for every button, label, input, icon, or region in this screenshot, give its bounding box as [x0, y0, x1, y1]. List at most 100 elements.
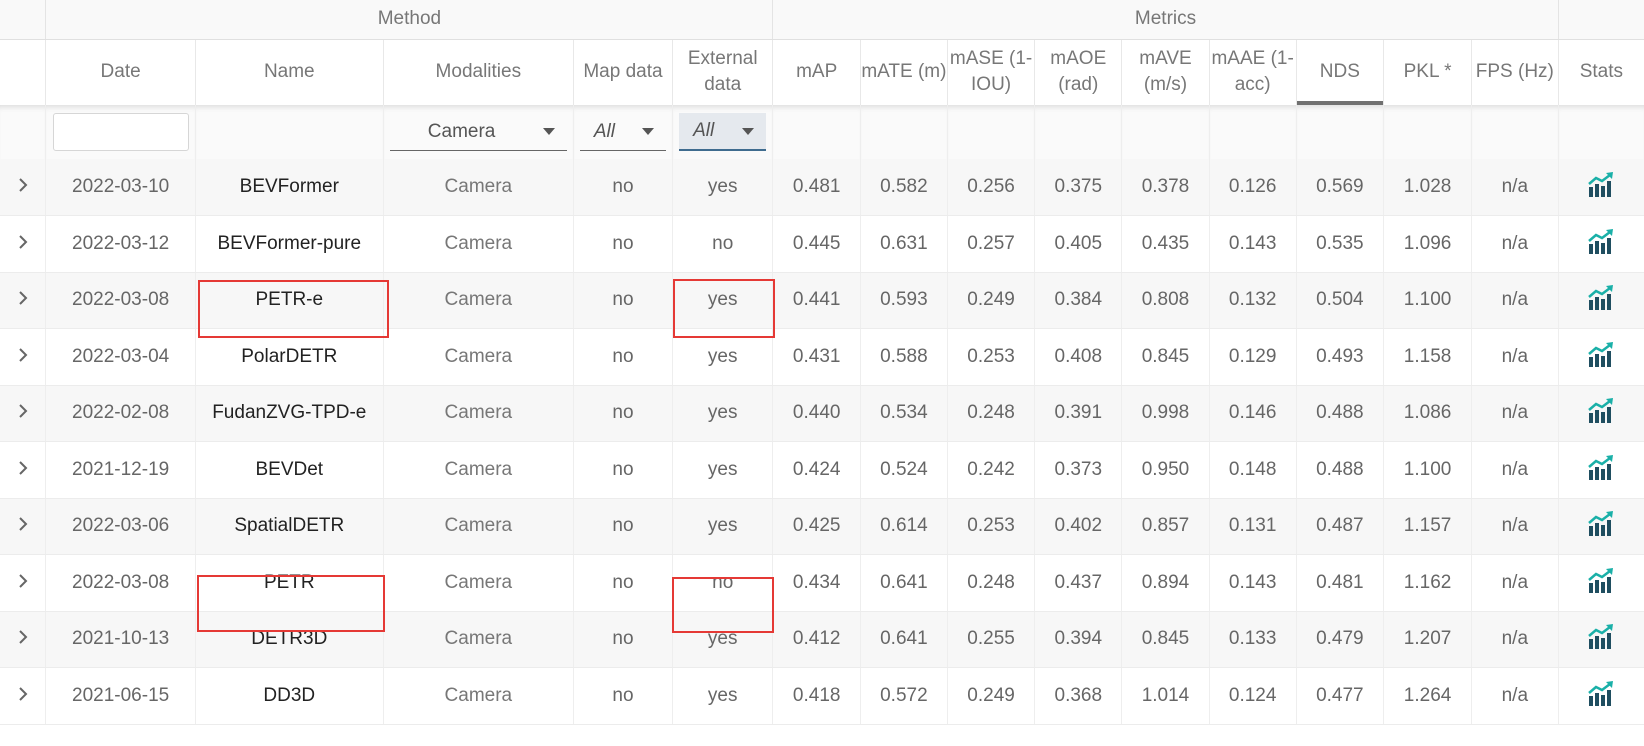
expand-cell	[0, 385, 47, 442]
external-data-cell: no	[672, 554, 774, 612]
filter-cell-external-data: All	[672, 105, 774, 159]
name-cell: FudanZVG-TPD-e	[195, 385, 384, 442]
column-header-pkl[interactable]: PKL *	[1383, 39, 1472, 105]
expand-cell	[0, 498, 47, 555]
chevron-right-icon[interactable]	[13, 571, 33, 591]
chart-trend-icon[interactable]	[1586, 453, 1616, 483]
chevron-right-icon[interactable]	[13, 401, 33, 421]
stats-cell	[1558, 159, 1644, 216]
maoe-cell: 0.391	[1034, 385, 1123, 442]
modalities-filter-select[interactable]: Camera	[389, 113, 567, 151]
mase-cell: 0.253	[947, 328, 1036, 386]
name-cell: BEVFormer-pure	[195, 215, 384, 273]
mase-cell: 0.253	[947, 498, 1036, 555]
column-header-mase[interactable]: mASE (1-IOU)	[947, 39, 1036, 105]
filter-cell-empty	[1383, 105, 1472, 159]
column-header-stats: Stats	[1558, 39, 1644, 105]
table-row[interactable]: 2022-03-04 PolarDETR Camera no yes 0.431 0.588…	[0, 328, 1644, 386]
maae-cell: 0.129	[1209, 328, 1297, 386]
table-row[interactable]: 2021-12-19 BEVDet Camera no yes 0.424 0.524 0.2…	[0, 441, 1644, 499]
maae-cell: 0.143	[1209, 215, 1297, 273]
chevron-right-icon[interactable]	[13, 627, 33, 647]
column-header-maoe[interactable]: mAOE (rad)	[1034, 39, 1123, 105]
chevron-right-icon[interactable]	[13, 232, 33, 252]
nds-cell: 0.487	[1296, 498, 1385, 555]
column-header-mave[interactable]: mAVE (m/s)	[1121, 39, 1210, 105]
map-data-cell: no	[573, 159, 674, 216]
table-row[interactable]: 2021-10-13 DETR3D Camera no yes 0.412 0.641 0.2…	[0, 611, 1644, 668]
modalities-filter-value: Camera	[427, 120, 496, 142]
chart-trend-icon[interactable]	[1586, 679, 1616, 709]
name-cell: PETR	[195, 554, 384, 612]
fps-cell: n/a	[1471, 385, 1559, 442]
map-cell: 0.434	[772, 554, 862, 612]
chevron-right-icon[interactable]	[13, 288, 33, 308]
table-row[interactable]: 2022-03-08 PETR-e Camera no yes 0.441 0.593 0.2…	[0, 272, 1644, 329]
filter-cell-empty	[860, 105, 948, 159]
table-row[interactable]: 2022-02-08 FudanZVG-TPD-e Camera no yes 0.440…	[0, 385, 1644, 442]
date-cell: 2022-03-08	[45, 554, 196, 612]
chevron-down-icon	[542, 128, 555, 135]
table-row[interactable]: 2022-03-12 BEVFormer-pure Camera no no 0.445 0…	[0, 215, 1644, 273]
column-header-nds[interactable]: NDS	[1296, 39, 1385, 105]
fps-cell: n/a	[1471, 159, 1559, 216]
map-data-filter-select[interactable]: All	[579, 113, 667, 151]
chart-trend-icon[interactable]	[1586, 566, 1616, 596]
chart-trend-icon[interactable]	[1586, 283, 1616, 313]
column-header-external-data[interactable]: External data	[672, 39, 774, 105]
filter-cell-empty	[1209, 105, 1297, 159]
chart-trend-icon[interactable]	[1586, 396, 1616, 426]
date-filter-input[interactable]	[52, 113, 189, 151]
table-row[interactable]: 2022-03-08 PETR Camera no no 0.434 0.641 0.248 0…	[0, 554, 1644, 612]
mave-cell: 0.845	[1121, 328, 1210, 386]
chevron-right-icon[interactable]	[13, 458, 33, 478]
mate-cell: 0.631	[860, 215, 948, 273]
column-header-map[interactable]: mAP	[772, 39, 862, 105]
fps-cell: n/a	[1471, 611, 1559, 668]
fps-cell: n/a	[1471, 272, 1559, 329]
fps-cell: n/a	[1471, 215, 1559, 273]
nds-cell: 0.488	[1296, 441, 1385, 499]
map-cell: 0.418	[772, 667, 862, 725]
date-cell: 2021-12-19	[45, 441, 196, 499]
external-data-filter-select[interactable]: All	[679, 113, 767, 151]
table-row[interactable]: 2022-03-10 BEVFormer Camera no yes 0.481 0.582…	[0, 159, 1644, 216]
external-data-cell: no	[672, 215, 774, 273]
chart-trend-icon[interactable]	[1586, 170, 1616, 200]
filter-cell-empty	[0, 105, 47, 159]
column-header-maae[interactable]: mAAE (1-acc)	[1209, 39, 1297, 105]
date-cell: 2022-03-12	[45, 215, 196, 273]
fps-cell: n/a	[1471, 667, 1559, 725]
external-data-cell: yes	[672, 328, 774, 386]
column-header-map-data[interactable]: Map data	[573, 39, 674, 105]
maoe-cell: 0.437	[1034, 554, 1123, 612]
table-row[interactable]: 2021-06-15 DD3D Camera no yes 0.418 0.572 0.249…	[0, 667, 1644, 725]
chart-trend-icon[interactable]	[1586, 622, 1616, 652]
table-row[interactable]: 2022-03-06 SpatialDETR Camera no yes 0.425 0.6…	[0, 498, 1644, 555]
chevron-right-icon[interactable]	[13, 345, 33, 365]
chevron-right-icon[interactable]	[13, 175, 33, 195]
mave-cell: 0.998	[1121, 385, 1210, 442]
map-data-cell: no	[573, 611, 674, 668]
pkl-cell: 1.157	[1383, 498, 1472, 555]
chart-trend-icon[interactable]	[1586, 509, 1616, 539]
column-header-name[interactable]: Name	[195, 39, 384, 105]
column-header-mate[interactable]: mATE (m)	[860, 39, 948, 105]
mave-cell: 0.435	[1121, 215, 1210, 273]
column-header-fps[interactable]: FPS (Hz)	[1471, 39, 1559, 105]
maae-cell: 0.132	[1209, 272, 1297, 329]
map-data-cell: no	[573, 498, 674, 555]
column-header-modalities[interactable]: Modalities	[383, 39, 574, 105]
chart-trend-icon[interactable]	[1586, 227, 1616, 257]
chevron-right-icon[interactable]	[13, 514, 33, 534]
expand-cell	[0, 215, 47, 273]
stats-cell	[1558, 554, 1644, 612]
filter-cell-empty	[1558, 105, 1644, 159]
date-cell: 2021-06-15	[45, 667, 196, 725]
mave-cell: 0.845	[1121, 611, 1210, 668]
maoe-cell: 0.373	[1034, 441, 1123, 499]
chevron-right-icon[interactable]	[13, 684, 33, 704]
map-data-filter-value: All	[593, 120, 615, 142]
chart-trend-icon[interactable]	[1586, 340, 1616, 370]
column-header-date[interactable]: Date	[45, 39, 196, 105]
